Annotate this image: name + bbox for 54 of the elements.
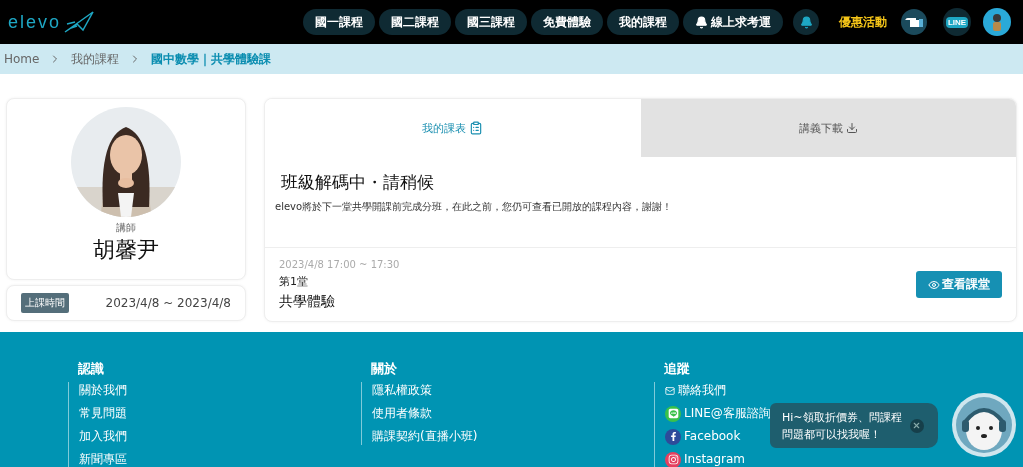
tab[interactable]: 我的課表 xyxy=(265,99,641,157)
breadcrumb-link[interactable]: 我的課程 xyxy=(71,50,120,68)
bell-button[interactable] xyxy=(793,9,819,35)
nav-button[interactable]: 線上求考運 xyxy=(683,9,783,35)
chat-message: Hi~領取折價券、問課程 問題都可以找我喔！ xyxy=(782,409,902,443)
schedule-tag: 上課時間 xyxy=(21,293,69,313)
footer-link[interactable]: Facebook xyxy=(665,428,741,445)
close-button[interactable] xyxy=(909,418,924,433)
bear-mascot-icon[interactable] xyxy=(951,392,1017,458)
notice-title: 班級解碼中・請稍候 xyxy=(280,171,435,194)
chat-bubble-icon xyxy=(665,405,681,422)
footer-link[interactable]: 常見問題 xyxy=(79,405,127,422)
footer-link[interactable]: 關於我們 xyxy=(79,382,127,399)
footer-link[interactable]: 聯絡我們 xyxy=(665,382,726,399)
facebook-icon xyxy=(665,428,681,445)
tab[interactable]: 講義下載 xyxy=(640,99,1016,157)
eye-icon xyxy=(928,278,940,291)
nav-button[interactable]: 國三課程 xyxy=(455,9,527,35)
nav-button[interactable]: 國一課程 xyxy=(303,9,375,35)
nav-button[interactable]: 免費體驗 xyxy=(531,9,603,35)
schedule-range: 2023/4/8 ~ 2023/4/8 xyxy=(105,296,231,310)
footer-link[interactable]: 使用者條款 xyxy=(372,405,432,422)
line-button[interactable]: LINE xyxy=(943,8,971,36)
nav-button[interactable]: 國二課程 xyxy=(379,9,451,35)
instagram-icon xyxy=(665,451,681,467)
breadcrumb-link[interactable]: 國中數學｜共學體驗課 xyxy=(151,50,272,68)
close-icon xyxy=(912,421,922,430)
mail-icon xyxy=(665,385,675,396)
footer-heading: 追蹤 xyxy=(664,360,691,378)
teacher-name: 胡馨尹 xyxy=(93,236,159,264)
bell-icon xyxy=(799,15,813,29)
avatar-icon[interactable] xyxy=(983,8,1011,36)
footer-heading: 關於 xyxy=(371,360,398,378)
session-time: 2023/4/8 17:00 ~ 17:30 xyxy=(279,258,400,270)
footer-link[interactable]: 隱私權政策 xyxy=(372,382,432,399)
footer-link[interactable]: Instagram xyxy=(665,451,746,467)
footer-link[interactable]: LINE@客服諮詢 xyxy=(665,405,771,422)
session-number: 第1堂 xyxy=(279,273,309,289)
teacher-role: 講師 xyxy=(116,221,136,235)
bell-icon xyxy=(695,15,708,29)
download-icon xyxy=(845,122,858,134)
footer-link[interactable]: 購課契約(直播小班) xyxy=(372,428,478,445)
notice-text: elevo將於下一堂共學開課前完成分班，在此之前，您仍可查看已開放的課程內容，謝謝！ xyxy=(275,200,674,214)
footer-link[interactable]: 新聞專區 xyxy=(79,451,127,467)
footer-heading: 認識 xyxy=(78,360,105,378)
view-class-button[interactable]: 查看課堂 xyxy=(916,271,1002,298)
session-title: 共學體驗 xyxy=(279,292,336,311)
promo-link[interactable]: 優惠活動 xyxy=(839,13,887,31)
breadcrumb-link[interactable]: Home xyxy=(4,52,40,66)
footer-link[interactable]: 加入我們 xyxy=(79,428,127,445)
nav-button[interactable]: 我的課程 xyxy=(607,9,679,35)
clipboard-icon xyxy=(469,121,484,135)
rocket-icon xyxy=(63,10,96,34)
logo-text[interactable]: elevo xyxy=(8,11,62,33)
